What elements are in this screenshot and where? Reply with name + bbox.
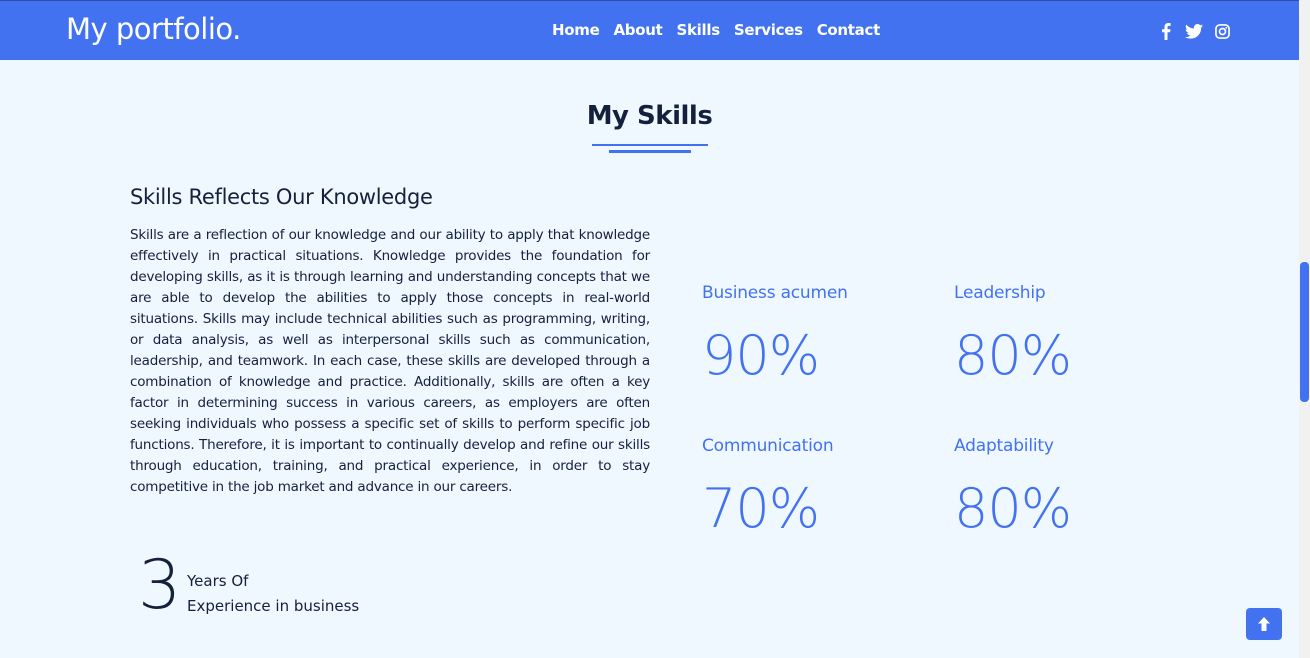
skills-paragraph: Skills are a reflection of our knowledge… (130, 227, 650, 495)
title-underline-accent (609, 150, 691, 153)
skill-value-adaptability: 80% (954, 477, 1072, 540)
navbar: My portfolio. Home About Skills Services… (0, 0, 1299, 60)
scrollbar-thumb[interactable] (1300, 262, 1309, 402)
skill-name-leadership: Leadership (954, 283, 1046, 303)
arrow-up-icon (1258, 617, 1270, 631)
skill-name-business-acumen: Business acumen (702, 283, 848, 303)
nav-link-contact[interactable]: Contact (817, 21, 881, 39)
nav-link-about[interactable]: About (613, 21, 662, 39)
title-underline (592, 144, 708, 146)
instagram-icon[interactable] (1213, 22, 1231, 40)
experience-label-line1: Years Of (187, 572, 249, 590)
section-title: My Skills (586, 101, 713, 131)
skills-subtitle: Skills Reflects Our Knowledge (130, 185, 433, 209)
nav-link-services[interactable]: Services (734, 21, 803, 39)
skill-name-communication: Communication (702, 436, 834, 456)
experience-label-line2: Experience in business (187, 597, 360, 615)
skill-value-leadership: 80% (954, 324, 1072, 387)
social-links (1157, 22, 1231, 40)
skill-name-adaptability: Adaptability (954, 436, 1054, 456)
nav-link-home[interactable]: Home (552, 21, 600, 39)
brand-logo[interactable]: My portfolio. (66, 12, 241, 46)
skill-value-business-acumen: 90% (702, 324, 820, 387)
nav-links: Home About Skills Services Contact (552, 21, 880, 39)
nav-link-skills[interactable]: Skills (676, 21, 720, 39)
twitter-icon[interactable] (1185, 22, 1203, 40)
facebook-icon[interactable] (1157, 22, 1175, 40)
experience-years-number: 3 (138, 546, 182, 625)
back-to-top-button[interactable] (1246, 608, 1282, 640)
skill-value-communication: 70% (702, 477, 820, 540)
